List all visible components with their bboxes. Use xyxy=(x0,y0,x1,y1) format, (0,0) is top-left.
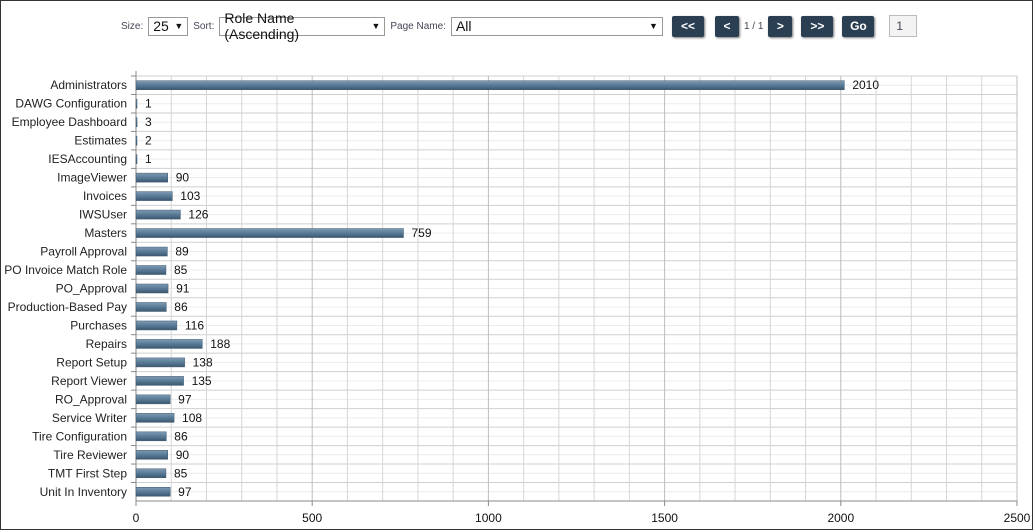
category-label: RO_Approval xyxy=(55,392,127,406)
data-label: 103 xyxy=(180,189,200,203)
bar-chart: 0 500 1000 1500 2000 2500 Administrators 2010 DA… xyxy=(4,71,1031,525)
category-label: Tire Reviewer xyxy=(53,448,127,462)
data-label: 108 xyxy=(182,411,202,425)
bar xyxy=(135,117,138,127)
bar xyxy=(135,302,167,312)
bar xyxy=(135,154,138,164)
data-label: 1 xyxy=(145,152,152,166)
x-tick-label: 1000 xyxy=(475,511,502,525)
data-label: 3 xyxy=(145,115,152,129)
bar xyxy=(135,80,845,90)
category-label: Employee Dashboard xyxy=(12,115,127,129)
bar xyxy=(135,487,171,497)
data-label: 90 xyxy=(176,171,190,185)
bar xyxy=(135,339,203,349)
bar xyxy=(135,357,185,368)
data-label: 89 xyxy=(175,245,189,259)
bar xyxy=(135,172,168,183)
category-label: IWSUser xyxy=(79,208,127,222)
data-label: 2 xyxy=(145,134,152,148)
bar xyxy=(135,431,167,442)
data-label: 135 xyxy=(192,374,212,388)
bar xyxy=(135,228,404,238)
data-label: 90 xyxy=(176,448,190,462)
category-label: Administrators xyxy=(50,78,127,92)
x-tick-label: 1500 xyxy=(651,511,678,525)
data-label: 138 xyxy=(193,355,213,369)
bar xyxy=(135,283,169,294)
category-label: Masters xyxy=(84,226,127,240)
category-label: Tire Configuration xyxy=(32,429,127,443)
category-label: Unit In Inventory xyxy=(40,485,127,499)
data-label: 126 xyxy=(188,208,208,222)
data-label: 85 xyxy=(174,263,188,277)
data-label: 86 xyxy=(174,300,188,314)
bar xyxy=(135,394,171,405)
category-label: IESAccounting xyxy=(48,152,127,166)
data-label: 759 xyxy=(411,226,431,240)
data-label: 1 xyxy=(145,97,152,111)
bar xyxy=(135,191,173,201)
category-label: Production-Based Pay xyxy=(8,300,127,314)
category-label: Payroll Approval xyxy=(40,245,127,259)
bar xyxy=(135,265,167,275)
x-tick-label: 2500 xyxy=(1004,511,1031,525)
bar xyxy=(135,98,138,109)
category-label: Repairs xyxy=(86,337,127,351)
bar xyxy=(135,413,175,423)
category-label: PO_Approval xyxy=(56,282,127,296)
data-label: 2010 xyxy=(852,78,879,92)
chart-frame: Size: 25 ▼ Sort: Role Name (Ascending) ▼ P… xyxy=(0,0,1033,530)
category-label: Report Viewer xyxy=(51,374,127,388)
bar xyxy=(135,450,168,460)
category-label: Estimates xyxy=(74,134,127,148)
bar xyxy=(135,135,138,146)
category-label: Invoices xyxy=(83,189,127,203)
data-label: 188 xyxy=(210,337,230,351)
bar xyxy=(135,376,184,386)
data-label: 97 xyxy=(178,485,192,499)
bar xyxy=(135,320,178,331)
x-tick-label: 500 xyxy=(302,511,322,525)
data-label: 116 xyxy=(185,318,204,332)
x-tick-label: 0 xyxy=(133,511,140,525)
category-label: Service Writer xyxy=(52,411,127,425)
category-label: PO Invoice Match Role xyxy=(4,263,127,277)
category-label: DAWG Configuration xyxy=(15,97,127,111)
category-label: ImageViewer xyxy=(57,171,127,185)
category-label: Report Setup xyxy=(56,355,127,369)
data-label: 86 xyxy=(174,429,188,443)
category-label: TMT First Step xyxy=(48,466,127,480)
category-label: Purchases xyxy=(70,318,127,332)
bar xyxy=(135,246,168,257)
x-tick-label: 2000 xyxy=(827,511,854,525)
data-label: 91 xyxy=(176,282,190,296)
bar xyxy=(135,468,167,479)
bar xyxy=(135,209,181,220)
data-label: 85 xyxy=(174,466,188,480)
data-label: 97 xyxy=(178,392,192,406)
